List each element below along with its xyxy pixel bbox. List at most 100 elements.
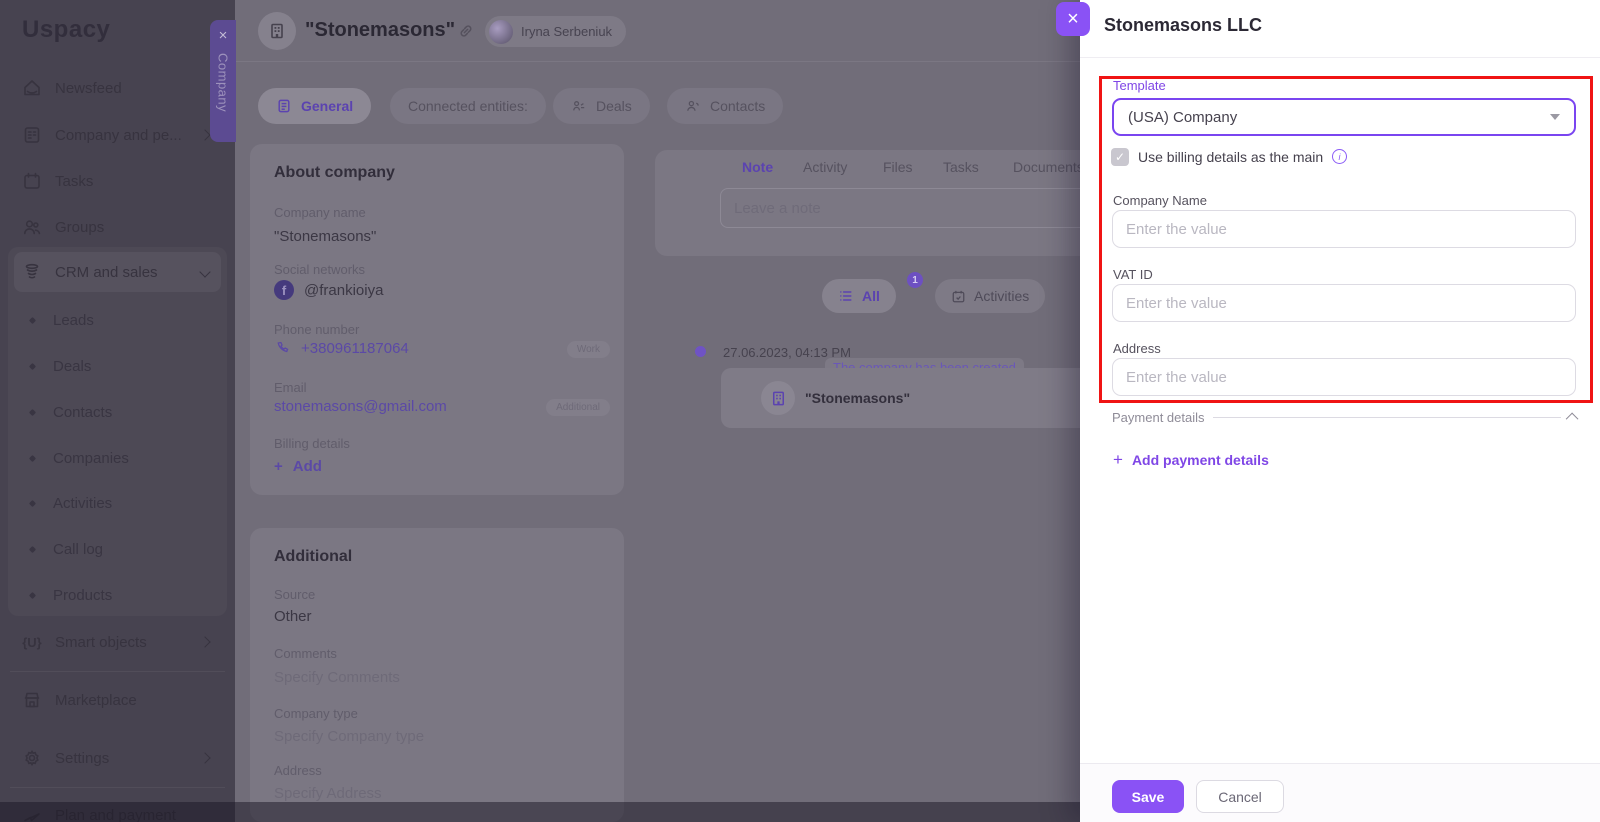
filter-all-chip[interactable]: All [822, 279, 896, 313]
sidebar-item-settings[interactable]: Settings [14, 738, 221, 778]
sidebar-item-label: CRM and sales [55, 264, 158, 281]
additional-card: Additional Source Other Comments Specify… [250, 528, 624, 822]
field-label: Company type [274, 706, 358, 721]
sidebar-item-marketplace[interactable]: Marketplace [14, 680, 221, 720]
template-select[interactable]: (USA) Company [1112, 98, 1576, 136]
clipboard-icon [276, 98, 292, 114]
calendar-check-icon [951, 289, 966, 304]
tab-deals[interactable]: Deals [553, 88, 650, 124]
payment-details-section[interactable]: Payment details [1112, 410, 1578, 425]
close-icon: × [1067, 9, 1079, 29]
address-input[interactable] [1112, 358, 1576, 396]
company-details-drawer: Stonemasons LLC Template (USA) Company ✓… [1080, 0, 1600, 822]
bottom-shade [0, 802, 1080, 822]
sidebar-item-activities[interactable]: Activities [14, 483, 221, 523]
owner-chip[interactable]: Iryna Serbeniuk [485, 16, 626, 47]
entry-title: "Stonemasons" [805, 390, 910, 406]
field-label: Social networks [274, 262, 365, 277]
save-button[interactable]: Save [1112, 780, 1184, 813]
add-billing-label[interactable]: Add [293, 458, 322, 475]
section-divider [1213, 417, 1562, 418]
chevron-up-icon[interactable] [1566, 413, 1579, 426]
sidebar-item-label: Call log [53, 541, 103, 558]
company-name-input[interactable] [1112, 210, 1576, 248]
smart-objects-icon: {U} [22, 635, 42, 650]
sidebar-item-products[interactable]: Products [14, 575, 221, 615]
field-label: Source [274, 587, 315, 602]
phone-type-badge: Work [567, 341, 610, 358]
bullet-icon [29, 499, 36, 506]
tab-files[interactable]: Files [883, 159, 913, 175]
tab-activity[interactable]: Activity [803, 159, 847, 175]
sidebar-item-groups[interactable]: Groups [14, 207, 221, 247]
add-billing-link[interactable]: + Add [274, 458, 322, 475]
drawer-close-button[interactable]: × [1056, 2, 1090, 36]
tab-note[interactable]: Note [742, 159, 773, 175]
cancel-button[interactable]: Cancel [1196, 780, 1284, 813]
tab-documents[interactable]: Documents [1013, 159, 1084, 175]
sidebar-item-crm-and-sales[interactable]: CRM and sales [14, 252, 221, 292]
phone-row[interactable]: +380961187064 [274, 340, 409, 357]
tab-tasks[interactable]: Tasks [943, 159, 979, 175]
address-placeholder[interactable]: Specify Address [274, 785, 382, 802]
bullet-icon [29, 362, 36, 369]
sidebar-item-company-and-people[interactable]: Company and pe... [14, 115, 221, 155]
sidebar-item-tasks[interactable]: Tasks [14, 161, 221, 201]
template-label: Template [1113, 78, 1166, 93]
building-icon [267, 21, 287, 41]
sidebar-item-label: Products [53, 587, 112, 604]
sidebar-item-leads[interactable]: Leads [14, 300, 221, 340]
handshake-icon [571, 98, 587, 114]
sidebar-item-call-log[interactable]: Call log [14, 529, 221, 569]
email-value[interactable]: stonemasons@gmail.com [274, 398, 447, 415]
plus-icon: + [1113, 450, 1123, 470]
card-title: About company [274, 164, 395, 182]
sidebar-item-deals[interactable]: Deals [14, 346, 221, 386]
company-type-placeholder[interactable]: Specify Company type [274, 728, 424, 745]
link-icon[interactable] [457, 22, 475, 40]
email-type-badge: Additional [546, 399, 610, 416]
field-label: Phone number [274, 322, 359, 337]
add-payment-details-link[interactable]: + Add payment details [1113, 450, 1269, 470]
chevron-right-icon [199, 129, 210, 140]
chevron-right-icon [199, 752, 210, 763]
company-name-label: Company Name [1113, 193, 1207, 208]
phone-icon [274, 340, 291, 357]
tab-contacts[interactable]: Contacts [667, 88, 783, 124]
contacts-icon [685, 98, 701, 114]
info-icon[interactable]: i [1332, 149, 1347, 164]
billing-checkbox[interactable]: ✓ [1111, 148, 1129, 166]
uspacy-logo[interactable]: Uspacy [22, 16, 110, 44]
social-row[interactable]: f @frankioiya [274, 280, 383, 300]
social-handle[interactable]: @frankioiya [304, 282, 383, 299]
tab-connected-entities[interactable]: Connected entities: [390, 88, 546, 124]
field-label: Comments [274, 646, 337, 661]
tab-general[interactable]: General [258, 88, 371, 124]
billing-checkbox-label: Use billing details as the main [1138, 149, 1323, 165]
sidebar-item-label: Deals [53, 358, 91, 375]
sidebar-item-label: Companies [53, 450, 129, 467]
company-side-tab[interactable]: × Company [210, 20, 236, 142]
sidebar-item-companies[interactable]: Companies [14, 438, 221, 478]
tab-label: Contacts [710, 98, 765, 114]
field-label: Email [274, 380, 307, 395]
filter-label: Activities [974, 288, 1029, 304]
source-value[interactable]: Other [274, 608, 312, 625]
calendar-icon [22, 171, 42, 191]
drawer-divider [1080, 57, 1600, 58]
sidebar-item-newsfeed[interactable]: Newsfeed [14, 68, 221, 108]
email-row[interactable]: stonemasons@gmail.com [274, 398, 447, 415]
funnel-icon [22, 262, 42, 282]
sidebar-item-label: Tasks [55, 173, 93, 190]
sidebar-item-smart-objects[interactable]: {U} Smart objects [14, 622, 221, 662]
people-icon [22, 217, 42, 237]
close-icon[interactable]: × [219, 28, 228, 43]
phone-value[interactable]: +380961187064 [301, 340, 409, 357]
filter-activities-chip[interactable]: Activities [935, 279, 1045, 313]
sidebar-item-contacts[interactable]: Contacts [14, 392, 221, 432]
header-divider [235, 61, 1080, 62]
vat-id-input[interactable] [1112, 284, 1576, 322]
tab-label: Deals [596, 98, 632, 114]
comments-placeholder[interactable]: Specify Comments [274, 669, 400, 686]
home-icon [22, 78, 42, 98]
